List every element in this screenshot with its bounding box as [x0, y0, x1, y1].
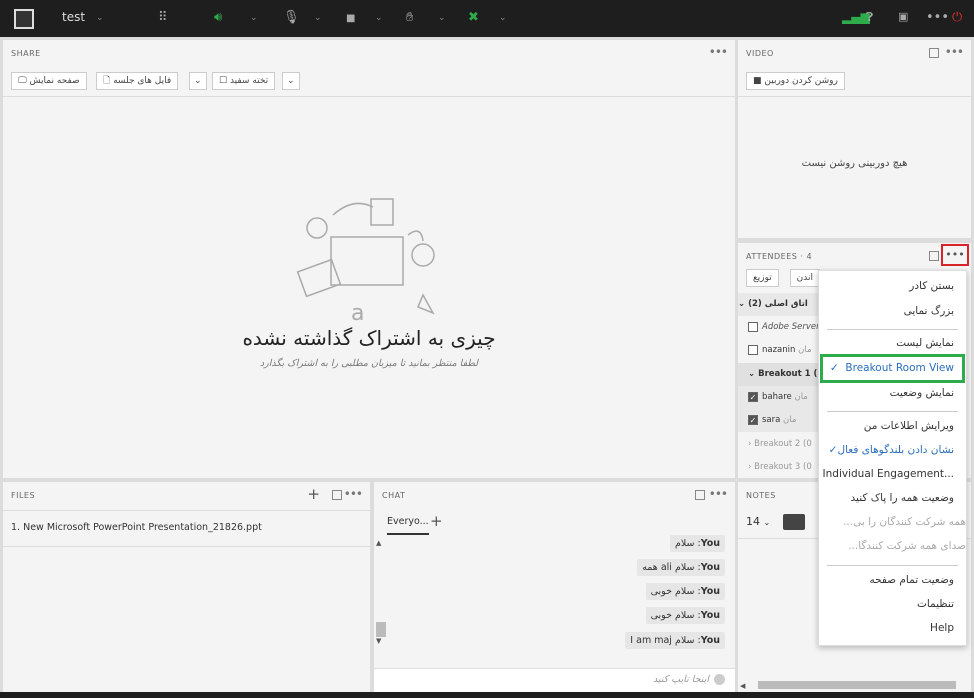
files-fullscreen-icon[interactable] — [332, 490, 342, 500]
menu-breakout-room-view[interactable]: ✓ Breakout Room View — [820, 354, 965, 383]
fullscreen-icon[interactable]: ▣ — [898, 10, 908, 23]
chat-tab-everyone[interactable]: Everyo... — [387, 516, 429, 535]
menu-individual-engagement[interactable]: Individual Engagement... — [823, 468, 954, 480]
group-main-room[interactable]: اتاق اصلی (2) ⌄ — [738, 293, 818, 316]
start-camera-button[interactable]: روشن کردن دوربین ■ — [746, 72, 845, 90]
files-title: FILES — [11, 491, 36, 500]
power-icon[interactable]: ⏻ — [952, 10, 962, 25]
share-empty-subtitle: لطفا منتظر بمانید تا میزبان مطلبی را به … — [259, 358, 479, 369]
menu-fullscreen-status[interactable]: وضعیت تمام صفحه — [869, 574, 954, 586]
apps-grid-icon[interactable]: ⠿ — [158, 10, 168, 25]
menu-status-view[interactable]: نمایش وضعیت — [890, 387, 954, 399]
chat-scrollbar[interactable]: ▲ ▼ — [376, 539, 386, 657]
chat-message: You: سلام ali همه — [637, 559, 725, 576]
attendees-more-button[interactable]: ••• — [941, 244, 969, 266]
share-files-button[interactable]: فایل های جلسه 🗋︎ — [96, 72, 179, 90]
files-more-icon[interactable]: ••• — [344, 487, 363, 501]
menu-list-view[interactable]: نمایش لیست — [896, 337, 954, 349]
attendee-row[interactable]: ✓ sara مان — [738, 409, 818, 432]
menu-help[interactable]: Help — [930, 622, 954, 634]
add-chat-tab-icon[interactable]: + — [430, 512, 443, 530]
video-pod: VIDEO ••• روشن کردن دوربین ■ هیچ دوربینی… — [738, 40, 971, 238]
app-logo — [14, 9, 34, 29]
attendees-options-menu: بستن کادر بزرگ نمایی نمایش لیست ✓ Breako… — [818, 270, 967, 646]
menu-show-active-speakers[interactable]: نشان دادن بلندگوهای فعال✓ — [829, 444, 954, 456]
chat-message: You: سلام I am maj — [625, 632, 725, 649]
group-breakout-2[interactable]: › Breakout 2 (0 — [738, 433, 818, 456]
attendee-row[interactable]: Adobe Server — [738, 316, 818, 339]
font-size-select[interactable]: 14 ⌄ — [746, 515, 770, 528]
file-item[interactable]: 1. New Microsoft PowerPoint Presentation… — [11, 522, 262, 533]
menu-audio-all: صدای همه شرکت کنندگا... — [848, 540, 966, 552]
microphone-icon[interactable]: 🎙︎ — [283, 10, 300, 25]
video-title: VIDEO — [746, 49, 774, 58]
chat-message: You: سلام خوبی — [645, 607, 725, 624]
video-empty-text: هیچ دوربینی روشن نیست — [801, 158, 908, 169]
notes-hscrollbar[interactable]: ◀ — [740, 680, 969, 690]
attendees-fullscreen-icon[interactable] — [929, 251, 939, 261]
chat-fullscreen-icon[interactable] — [695, 490, 705, 500]
video-more-icon[interactable]: ••• — [945, 45, 964, 59]
svg-text:a: a — [351, 301, 364, 325]
add-file-icon[interactable]: + — [307, 485, 320, 503]
attendees-action-button[interactable]: اندن — [790, 269, 820, 287]
chat-message: You: سلام — [669, 535, 725, 552]
files-pod: FILES + ••• 1. New Microsoft PowerPoint … — [3, 482, 370, 692]
menu-mute-all: همه شرکت کنندگان را بی... — [843, 516, 966, 528]
speaker-icon[interactable]: 🔊︎ — [214, 10, 222, 25]
share-empty-title: چیزی به اشتراک گذاشته نشده — [242, 326, 496, 350]
color-picker[interactable] — [783, 514, 805, 530]
menu-close-pod[interactable]: بستن کادر — [909, 280, 954, 292]
top-bar: test ⌄ ⠿ 🔊︎ 🎙︎ ■ ✋︎ ✖ ⌄ ⌄ ⌄ ⌄ ⌄ ▂▄▆ ❓︎ ▣ •••… — [0, 0, 974, 37]
chat-pod: CHAT ••• Everyo... + ▲ ▼ You: سلام You: س… — [374, 482, 735, 692]
attendee-row[interactable]: nazanin مان — [738, 339, 818, 362]
chat-message: You: سلام خوبی — [645, 583, 725, 600]
more-icon[interactable]: ••• — [926, 10, 949, 25]
attendee-row[interactable]: ✓ bahare مان — [738, 386, 818, 409]
share-pod: SHARE ••• صفحه نمایش 🖵︎ فایل های جلسه 🗋︎… — [3, 40, 735, 478]
meeting-title[interactable]: test — [62, 10, 85, 24]
share-files-dropdown[interactable]: ⌄ — [189, 72, 207, 90]
raise-hand-icon[interactable]: ✋︎ — [406, 10, 413, 25]
group-breakout-3[interactable]: › Breakout 3 (0 — [738, 456, 818, 478]
menu-settings[interactable]: تنظیمات — [917, 598, 954, 610]
distribute-button[interactable]: توزیع — [746, 269, 779, 287]
notes-title: NOTES — [746, 491, 776, 500]
whiteboard-dropdown[interactable]: ⌄ — [282, 72, 300, 90]
chat-title: CHAT — [382, 491, 406, 500]
whiteboard-button[interactable]: تخته سفید ☐ — [212, 72, 276, 90]
video-fullscreen-icon[interactable] — [929, 48, 939, 58]
camera-icon[interactable]: ■ — [346, 13, 355, 24]
menu-maximize[interactable]: بزرگ نمایی — [904, 305, 954, 317]
attendees-title: ATTENDEES · 4 — [746, 252, 813, 261]
help-icon[interactable]: ❓︎ — [866, 10, 873, 25]
share-illustration-icon: a — [296, 198, 435, 325]
emoji-icon[interactable] — [714, 674, 725, 685]
share-more-icon[interactable]: ••• — [709, 45, 728, 59]
menu-clear-all-status[interactable]: وضعیت همه را پاک کنید — [851, 492, 954, 504]
chat-more-icon[interactable]: ••• — [709, 487, 728, 501]
menu-edit-my-info[interactable]: ویرایش اطلاعات من — [864, 420, 954, 432]
layout-icon[interactable]: ✖ — [468, 10, 479, 25]
group-breakout-1[interactable]: ⌄ Breakout 1 (2 — [738, 363, 818, 386]
share-title: SHARE — [11, 49, 41, 58]
chat-input[interactable]: اینجا تایپ کنید — [374, 668, 735, 692]
share-screen-button[interactable]: صفحه نمایش 🖵︎ — [11, 72, 87, 90]
